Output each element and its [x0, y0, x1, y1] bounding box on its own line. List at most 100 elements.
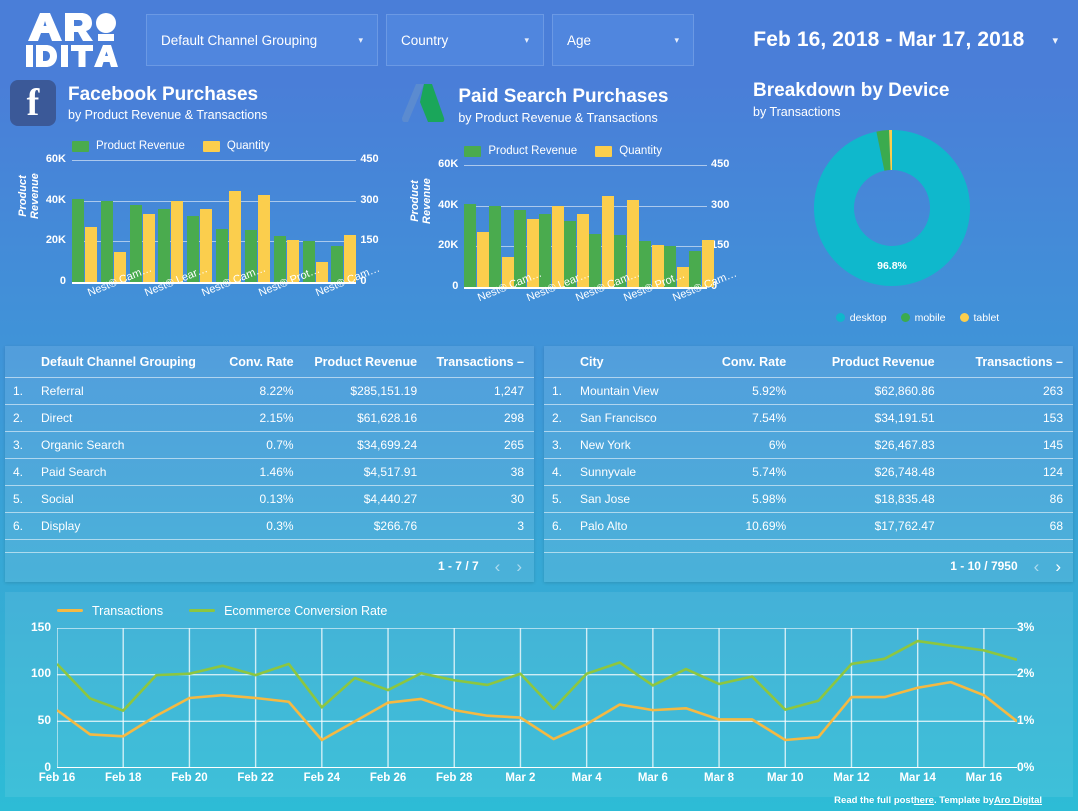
x-axis-tick-label: Feb 28 — [436, 772, 472, 784]
table-cell: 5.92% — [698, 378, 796, 405]
bar-product-revenue[interactable] — [639, 241, 651, 287]
bar-product-revenue[interactable] — [274, 236, 286, 282]
bar-product-revenue[interactable] — [489, 206, 501, 287]
table-row[interactable]: 2.San Francisco7.54%$34,191.51153 — [544, 405, 1073, 432]
table-row[interactable]: 6.Display0.3%$266.763 — [5, 513, 534, 540]
transactions-conversion-line-chart[interactable]: Transactions Ecommerce Conversion Rate 0… — [5, 592, 1073, 797]
legend-label: Product Revenue — [96, 140, 185, 152]
axis-tick-label: 40K — [438, 199, 458, 211]
bar-group[interactable] — [130, 160, 155, 282]
bar-quantity[interactable] — [85, 227, 97, 282]
bar-product-revenue[interactable] — [72, 199, 84, 282]
next-page-button[interactable]: › — [516, 558, 522, 575]
prev-page-button[interactable]: ‹ — [1034, 558, 1040, 575]
table-cell — [304, 540, 428, 552]
bar-group[interactable] — [689, 165, 714, 287]
x-axis-tick-label: Feb 18 — [105, 772, 141, 784]
table-column-header[interactable]: Product Revenue — [304, 346, 428, 378]
x-axis-tick-label: Mar 6 — [638, 772, 668, 784]
filter-country[interactable]: Country ▾ — [386, 14, 544, 66]
bar-quantity[interactable] — [602, 196, 614, 287]
filter-default-channel-grouping[interactable]: Default Channel Grouping ▾ — [146, 14, 378, 66]
chart-legend: Product Revenue Quantity — [464, 145, 747, 157]
bar-quantity[interactable] — [171, 201, 183, 282]
table-column-header[interactable]: Conv. Rate — [698, 346, 796, 378]
bar-group[interactable] — [589, 165, 614, 287]
bar-group[interactable] — [464, 165, 489, 287]
table-row[interactable]: 3.Organic Search0.7%$34,699.24265 — [5, 432, 534, 459]
table-row[interactable]: 6.Palo Alto10.69%$17,762.4768 — [544, 513, 1073, 540]
table-row-partial[interactable] — [544, 540, 1073, 552]
bar-product-revenue[interactable] — [101, 201, 113, 282]
bar-group[interactable] — [274, 160, 299, 282]
line-ecommerce-conversion-rate[interactable] — [57, 641, 1017, 711]
legend-swatch-icon — [595, 146, 612, 157]
bar-product-revenue[interactable] — [464, 204, 476, 287]
x-axis-tick-label: Mar 16 — [966, 772, 1002, 784]
bar-quantity[interactable] — [477, 232, 489, 287]
date-range-selector[interactable]: Feb 16, 2018 - Mar 17, 2018 ▾ — [753, 28, 1058, 52]
table-cell — [796, 540, 944, 552]
table-cell — [945, 540, 1073, 552]
table-row[interactable]: 1.Mountain View5.92%$62,860.86263 — [544, 378, 1073, 405]
table-row[interactable]: 2.Direct2.15%$61,628.16298 — [5, 405, 534, 432]
bar-group[interactable] — [216, 160, 241, 282]
filter-age[interactable]: Age ▾ — [552, 14, 694, 66]
table-row[interactable]: 5.San Jose5.98%$18,835.4886 — [544, 486, 1073, 513]
y-axis-ticks: 020K40K60K — [26, 153, 66, 289]
table-cell: 86 — [945, 486, 1073, 513]
axis-tick-label: 0 — [452, 280, 458, 292]
table-cell — [698, 540, 796, 552]
bar-product-revenue[interactable] — [158, 209, 170, 282]
table-cell: Direct — [35, 405, 222, 432]
axis-tick-label: 20K — [438, 239, 458, 251]
bar-group[interactable] — [489, 165, 514, 287]
table-row[interactable]: 1.Referral8.22%$285,151.191,247 — [5, 378, 534, 405]
table-row[interactable]: 4.Paid Search1.46%$4,517.9138 — [5, 459, 534, 486]
device-donut-chart[interactable]: 96.8% — [753, 125, 1068, 310]
bar-group[interactable] — [72, 160, 97, 282]
footer-link-aro-digital[interactable]: Aro Digital — [994, 795, 1042, 806]
next-page-button[interactable]: › — [1055, 558, 1061, 575]
bar-quantity[interactable] — [552, 206, 564, 287]
table-row[interactable]: 4.Sunnyvale5.74%$26,748.48124 — [544, 459, 1073, 486]
bar-group[interactable] — [539, 165, 564, 287]
table-row[interactable]: 5.Social0.13%$4,440.2730 — [5, 486, 534, 513]
bar-plot-area — [72, 160, 356, 282]
filter-bar: Default Channel Grouping ▾ Country ▾ Age… — [146, 14, 694, 66]
bar-group[interactable] — [331, 160, 356, 282]
line-x-axis-ticks: Feb 16Feb 18Feb 20Feb 22Feb 24Feb 26Feb … — [57, 772, 1007, 790]
prev-page-button[interactable]: ‹ — [495, 558, 501, 575]
footer-link-here[interactable]: here — [914, 795, 934, 806]
table-cell: $34,191.51 — [796, 405, 944, 432]
facebook-bar-chart[interactable]: Product Revenue 020K40K60K 0150300450 Ne… — [10, 160, 396, 320]
bar-group[interactable] — [639, 165, 664, 287]
bar-group[interactable] — [158, 160, 183, 282]
table-cell — [427, 540, 534, 552]
bar-product-revenue[interactable] — [216, 229, 228, 282]
bar-group[interactable] — [664, 165, 689, 287]
panel-subtitle: by Product Revenue & Transactions — [458, 111, 668, 125]
table-column-header[interactable]: Product Revenue — [796, 346, 944, 378]
table-cell: 1,247 — [427, 378, 534, 405]
table-cell: 6. — [544, 513, 574, 540]
table-cell: $17,762.47 — [796, 513, 944, 540]
table-column-header[interactable]: Conv. Rate — [222, 346, 303, 378]
bar-group[interactable] — [101, 160, 126, 282]
panel-header: f Facebook Purchases by Product Revenue … — [10, 80, 396, 126]
table-cell: $26,467.83 — [796, 432, 944, 459]
y2-axis-tick-label: 3% — [1017, 620, 1034, 634]
table-cell: Palo Alto — [574, 513, 698, 540]
axis-tick-label: 20K — [46, 234, 66, 246]
table-column-header[interactable]: Transactions – — [427, 346, 534, 378]
table-column-header[interactable]: Transactions – — [945, 346, 1073, 378]
bar-quantity[interactable] — [229, 191, 241, 282]
table-row-partial[interactable] — [5, 540, 534, 552]
panel-header: Paid Search Purchases by Product Revenue… — [402, 80, 747, 131]
paid-search-bar-chart[interactable]: Product Revenue 020K40K60K 0150300450 Ne… — [402, 165, 747, 325]
table-cell: Sunnyvale — [574, 459, 698, 486]
table-column-header[interactable]: City — [574, 346, 698, 378]
pagination-range: 1 - 10 / 7950 — [950, 559, 1017, 573]
table-column-header[interactable]: Default Channel Grouping — [35, 346, 222, 378]
table-row[interactable]: 3.New York6%$26,467.83145 — [544, 432, 1073, 459]
